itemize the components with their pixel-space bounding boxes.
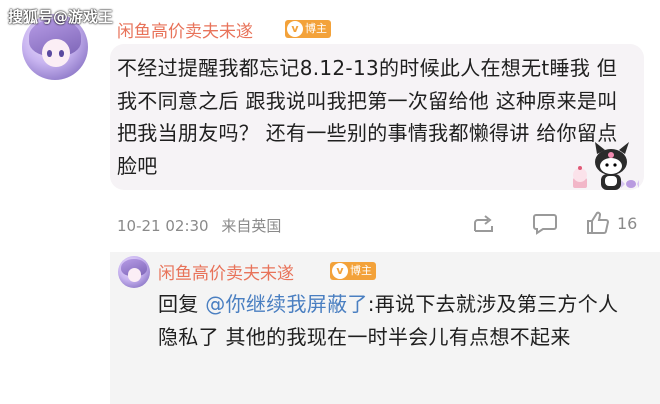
share-icon[interactable] [472,213,496,235]
kuromi-icon [595,142,629,190]
like-icon[interactable] [585,210,611,236]
cupcake-icon [573,166,587,188]
badge-label: 博主 [350,264,372,277]
mention-link[interactable]: @你继续我屏蔽了 [205,292,367,316]
comment-text: 不经过提醒我都忘记8.12-13的时候此人在想无t睡我 但我不同意之后 跟我说叫… [117,56,618,178]
comment-username[interactable]: 闲鱼高价卖夫未遂 [117,17,253,42]
reply-username[interactable]: 闲鱼高价卖夫未遂 [158,259,294,284]
like-count: 16 [617,214,638,233]
comment-meta: 10-21 02:30 来自英国 [117,215,281,236]
comment-icon[interactable] [532,212,558,236]
timestamp: 10-21 02:30 [117,217,209,235]
candy-icon [621,180,639,188]
reply-avatar[interactable] [118,256,150,288]
blogger-badge: v 博主 [285,20,331,38]
location: 来自英国 [221,217,282,235]
avatar-face [41,39,70,67]
avatar-face [127,268,142,282]
watermark: 搜狐号@游戏王 [8,8,114,26]
sticker-icon [573,142,639,190]
badge-label: 博主 [305,22,327,35]
reply-blogger-badge: v 博主 [330,262,376,280]
badge-icon: v [287,21,303,37]
reply-prefix: 回复 [158,292,199,316]
reply-text: 回复 @你继续我屏蔽了:再说下去就涉及第三方个人隐私了 其他的我现在一时半会儿有… [158,288,638,354]
badge-icon: v [332,263,348,279]
